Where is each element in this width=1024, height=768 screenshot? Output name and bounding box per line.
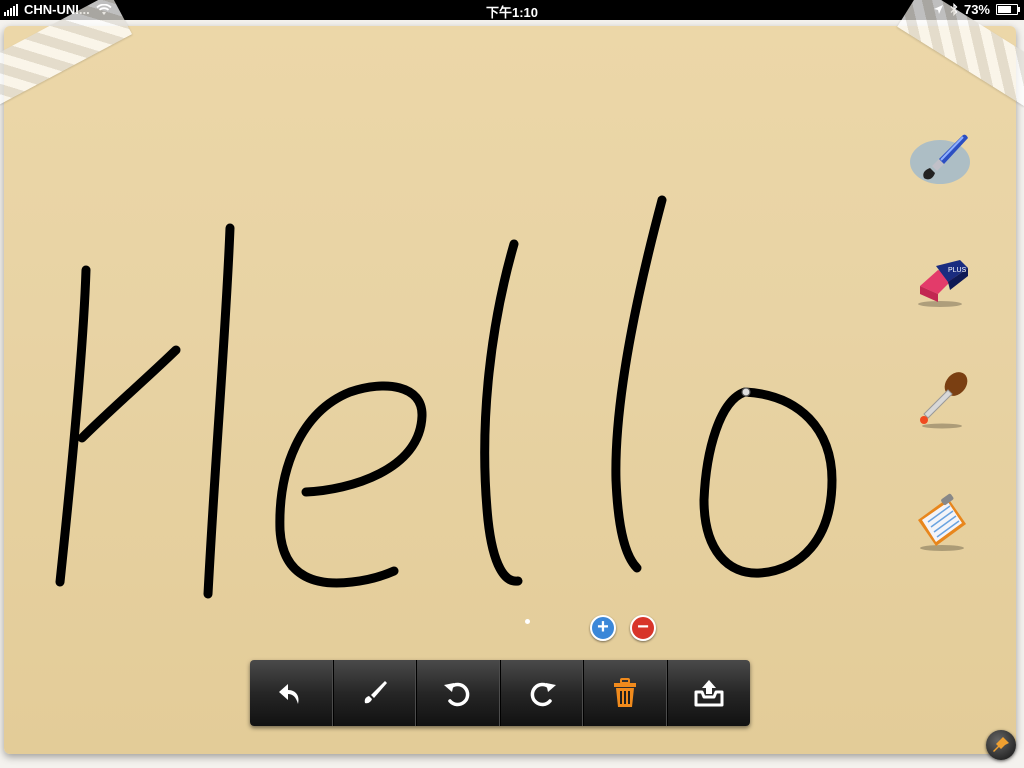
stroke-l2 <box>611 195 667 573</box>
eraser-tool[interactable]: PLUS <box>908 250 972 314</box>
share-tray-icon <box>694 680 724 707</box>
eyedropper-icon <box>920 372 968 429</box>
handwritten-hello <box>55 195 837 599</box>
stroke-H-right <box>203 223 235 599</box>
stroke-H-left <box>55 265 91 587</box>
stroke-o <box>699 387 837 578</box>
share-button[interactable] <box>668 660 751 726</box>
undo-icon <box>444 682 470 707</box>
back-button[interactable] <box>250 660 334 726</box>
color-picker-tool[interactable] <box>908 368 972 432</box>
brush-button[interactable] <box>334 660 417 726</box>
eraser-icon: PLUS <box>918 260 968 307</box>
bottom-toolbar <box>250 660 750 726</box>
trash-icon <box>614 678 637 707</box>
undo-button[interactable] <box>417 660 501 726</box>
stroke-l1 <box>480 239 523 586</box>
brush-tool[interactable] <box>908 128 972 192</box>
svg-text:PLUS: PLUS <box>948 267 967 274</box>
clipboard-icon <box>918 493 966 551</box>
paintbrush-icon <box>910 134 970 184</box>
stroke-H-cross <box>77 345 181 443</box>
redo-button[interactable] <box>501 660 584 726</box>
zoom-in-button[interactable]: + <box>590 615 616 641</box>
delete-button[interactable] <box>584 660 668 726</box>
redo-icon <box>530 682 556 707</box>
stroke-e <box>275 381 427 588</box>
notepad-tool[interactable] <box>908 490 972 554</box>
page-indicator-dot <box>525 619 530 624</box>
back-arrow-icon <box>279 684 299 704</box>
zoom-out-button[interactable]: − <box>630 615 656 641</box>
stroke-end-marker <box>741 387 751 397</box>
pushpin-icon <box>993 737 1009 752</box>
brush-icon <box>364 681 387 704</box>
pin-button[interactable] <box>986 730 1016 760</box>
